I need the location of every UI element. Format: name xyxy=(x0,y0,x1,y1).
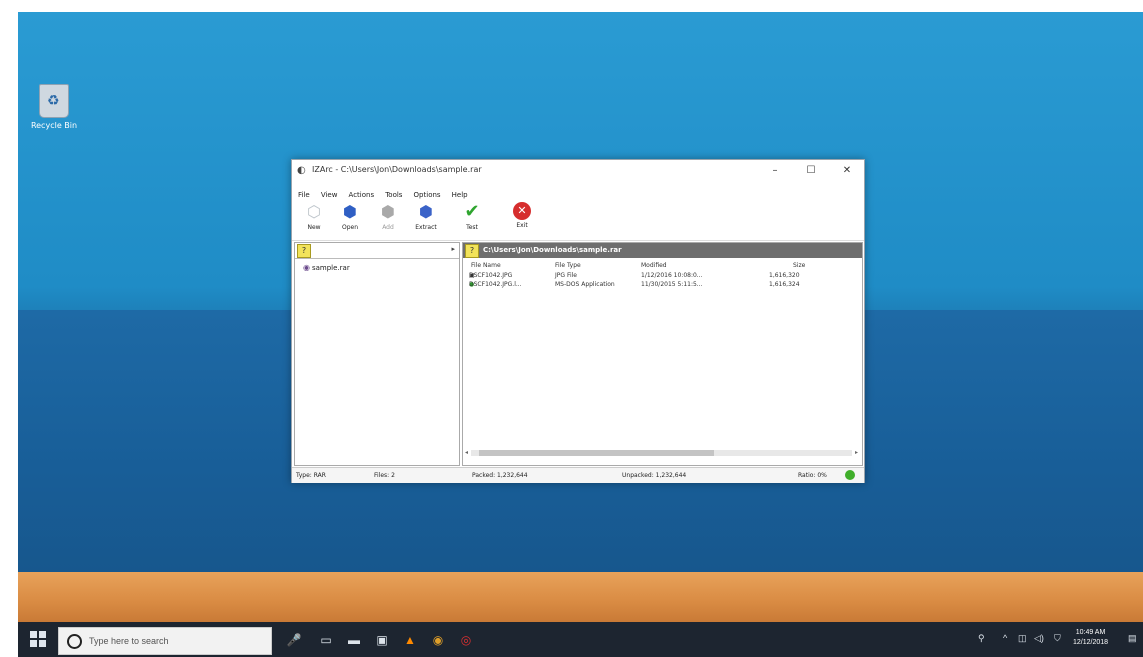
folder-icon: ? xyxy=(297,244,311,258)
file-explorer-icon[interactable]: ▬ xyxy=(346,632,362,648)
folder-icon: ? xyxy=(465,244,479,258)
maximize-button[interactable]: ☐ xyxy=(796,163,826,179)
add-icon: ⬢ xyxy=(381,202,395,221)
recycle-bin-label: Recycle Bin xyxy=(30,121,78,130)
column-modified[interactable]: Modified xyxy=(641,262,667,269)
extract-icon: ⬢ xyxy=(419,202,433,221)
security-shield-icon[interactable]: ⛉ xyxy=(1054,633,1061,644)
path-bar: ? C:\Users\Jon\Downloads\sample.rar xyxy=(463,243,862,258)
exit-icon: ✕ xyxy=(513,202,531,220)
add-button[interactable]: ⬢ Add xyxy=(374,200,402,238)
people-icon[interactable]: ⚲ xyxy=(978,633,985,644)
status-type: Type: RAR xyxy=(296,472,326,479)
file-list-header: File Name File Type Modified Size xyxy=(463,258,862,272)
chrome-icon[interactable]: ◉ xyxy=(430,632,446,648)
new-button[interactable]: ⬡ New xyxy=(300,200,328,238)
system-clock[interactable]: 10:49 AM 12/12/2018 xyxy=(1073,628,1108,648)
window-title: IZArc - C:\Users\Jon\Downloads\sample.ra… xyxy=(312,165,482,174)
top-caption-strip xyxy=(0,0,1143,12)
store-icon[interactable]: ▣ xyxy=(374,632,390,648)
taskbar-search-box[interactable]: Type here to search xyxy=(58,627,272,655)
status-files: Files: 2 xyxy=(374,472,395,479)
exit-button[interactable]: ✕ Exit xyxy=(508,200,536,238)
menu-bar: File View Actions Tools Options Help xyxy=(292,182,864,199)
search-placeholder: Type here to search xyxy=(89,636,169,646)
status-unpacked: Unpacked: 1,232,644 xyxy=(622,472,687,479)
open-icon: ⬢ xyxy=(343,202,357,221)
title-bar[interactable]: ◐ IZArc - C:\Users\Jon\Downloads\sample.… xyxy=(292,160,864,182)
microphone-icon[interactable]: 🎤 xyxy=(286,632,302,648)
extract-button[interactable]: ⬢ Extract xyxy=(412,200,440,238)
network-icon[interactable]: ◫ xyxy=(1018,633,1027,644)
table-row[interactable]: ▣ DSCF1042.JPG JPG File 1/12/2016 10:08:0… xyxy=(463,272,862,281)
volume-icon[interactable]: ◁) xyxy=(1034,633,1044,644)
toolbar: ⬡ New ⬢ Open ⬢ Add ⬢ Extract ✔ Test ✕ Ex… xyxy=(292,198,864,241)
chevron-right-icon[interactable]: ▸ xyxy=(451,245,455,253)
recycle-bin-icon xyxy=(39,84,69,118)
izarc-window: ◐ IZArc - C:\Users\Jon\Downloads\sample.… xyxy=(291,159,865,483)
open-button[interactable]: ⬢ Open xyxy=(336,200,364,238)
column-file-type[interactable]: File Type xyxy=(555,262,581,269)
file-list-pane: ? C:\Users\Jon\Downloads\sample.rar File… xyxy=(462,242,863,466)
app-icon[interactable]: ◎ xyxy=(458,632,474,648)
test-button[interactable]: ✔ Test xyxy=(458,200,486,238)
status-bar: Type: RAR Files: 2 Packed: 1,232,644 Unp… xyxy=(292,467,864,483)
tree-item-archive[interactable]: ◉ sample.rar xyxy=(303,263,350,272)
horizontal-scrollbar[interactable]: ◂ ▸ xyxy=(465,449,858,457)
chevron-up-icon[interactable]: ^ xyxy=(1003,633,1007,643)
folder-tree-pane: ? ▸ ◉ sample.rar xyxy=(294,242,460,466)
status-ratio: Ratio: 0% xyxy=(798,472,827,479)
taskbar: Type here to search 🎤 ▭ ▬ ▣ ▲ ◉ ◎ ⚲ ^ ◫ … xyxy=(18,622,1143,657)
archive-path: C:\Users\Jon\Downloads\sample.rar xyxy=(483,246,622,254)
archive-icon: ◉ xyxy=(303,263,310,272)
minimize-button[interactable]: – xyxy=(760,163,790,179)
column-size[interactable]: Size xyxy=(793,262,805,269)
test-checkmark-icon: ✔ xyxy=(464,201,480,222)
recycle-bin-shortcut[interactable]: Recycle Bin xyxy=(26,84,82,130)
status-ok-icon xyxy=(845,470,855,480)
task-view-icon[interactable]: ▭ xyxy=(318,632,334,648)
close-button[interactable]: ✕ xyxy=(832,163,862,179)
scroll-left-icon[interactable]: ◂ xyxy=(465,449,468,456)
table-row[interactable]: ● DSCF1042.JPG.l... MS-DOS Application 11… xyxy=(463,281,862,290)
notifications-icon[interactable]: ▤ xyxy=(1128,633,1137,644)
scroll-right-icon[interactable]: ▸ xyxy=(855,449,858,456)
new-icon: ⬡ xyxy=(307,202,321,221)
status-packed: Packed: 1,232,644 xyxy=(472,472,528,479)
app-icon: ◐ xyxy=(297,165,306,176)
start-button[interactable] xyxy=(30,631,46,647)
column-file-name[interactable]: File Name xyxy=(471,262,501,269)
cortana-icon xyxy=(67,634,82,649)
tree-header: ? ▸ xyxy=(295,243,459,259)
scrollbar-thumb[interactable] xyxy=(479,450,714,456)
vlc-icon[interactable]: ▲ xyxy=(402,632,418,648)
